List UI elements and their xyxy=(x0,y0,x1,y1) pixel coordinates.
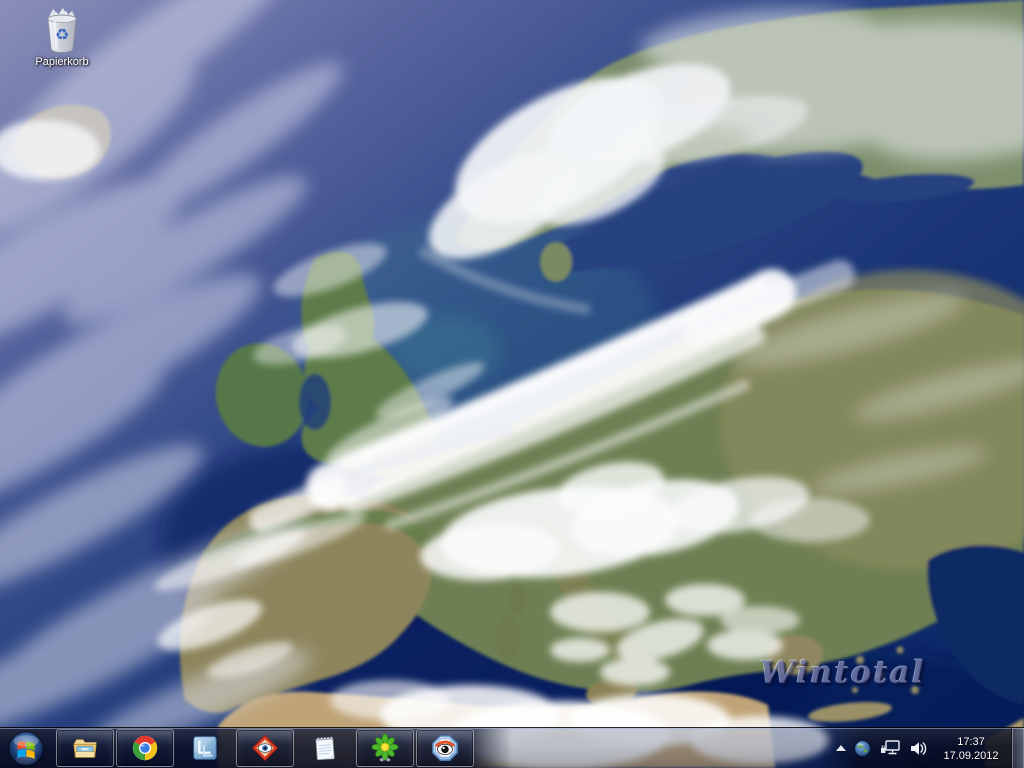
taskbar-button-notepad[interactable] xyxy=(296,729,354,767)
speaker-icon xyxy=(911,741,927,755)
octagon-eye-icon xyxy=(432,735,458,761)
system-tray: 17:37 17.09.2012 xyxy=(836,728,1010,768)
taskbar-app-buttons xyxy=(56,729,474,767)
wallpaper-satellite-europe-icon xyxy=(0,0,1024,768)
recycle-bin-full-icon: ♻ xyxy=(47,7,77,53)
chrome-icon xyxy=(132,735,158,761)
taskbar-button-image-viewer[interactable] xyxy=(416,729,474,767)
icq-flower-icon xyxy=(371,733,399,762)
taskbar-button-google-chrome[interactable] xyxy=(116,729,174,767)
clock-date: 17.09.2012 xyxy=(943,749,999,762)
tray-clock[interactable]: 17:37 17.09.2012 xyxy=(936,734,1006,763)
globe-icon xyxy=(854,740,871,756)
show-hidden-icons-button[interactable] xyxy=(836,745,846,751)
notepad-icon xyxy=(315,736,335,761)
taskbar-button-blue-glass-app[interactable] xyxy=(176,729,234,767)
taskbar-button-irfanview[interactable] xyxy=(236,729,294,767)
start-button[interactable] xyxy=(7,730,45,768)
chevron-up-icon xyxy=(836,745,846,751)
clock-time: 17:37 xyxy=(957,735,985,748)
desktop: ♻ Papierkorb Wintotal xyxy=(0,0,1024,768)
svg-text:♻: ♻ xyxy=(55,25,69,44)
wallpaper-watermark: Wintotal xyxy=(760,655,926,691)
tray-network-status[interactable] xyxy=(879,739,901,757)
wired-network-icon xyxy=(881,740,900,755)
recycle-bin-label: Papierkorb xyxy=(35,56,89,68)
windows-start-orb-icon xyxy=(8,731,44,767)
taskbar: 17:37 17.09.2012 xyxy=(0,728,1024,768)
tray-globe-app[interactable] xyxy=(854,740,871,757)
blue-glass-app-icon xyxy=(193,736,217,760)
irfanview-eye-diamond-icon xyxy=(251,734,279,762)
recycle-bin-desktop-icon[interactable]: ♻ Papierkorb xyxy=(26,6,98,68)
taskbar-button-windows-explorer[interactable] xyxy=(56,729,114,767)
tray-volume[interactable] xyxy=(909,740,928,757)
taskbar-button-icq[interactable] xyxy=(356,729,414,767)
explorer-folder-icon xyxy=(73,739,97,758)
show-desktop-button[interactable] xyxy=(1011,728,1024,768)
